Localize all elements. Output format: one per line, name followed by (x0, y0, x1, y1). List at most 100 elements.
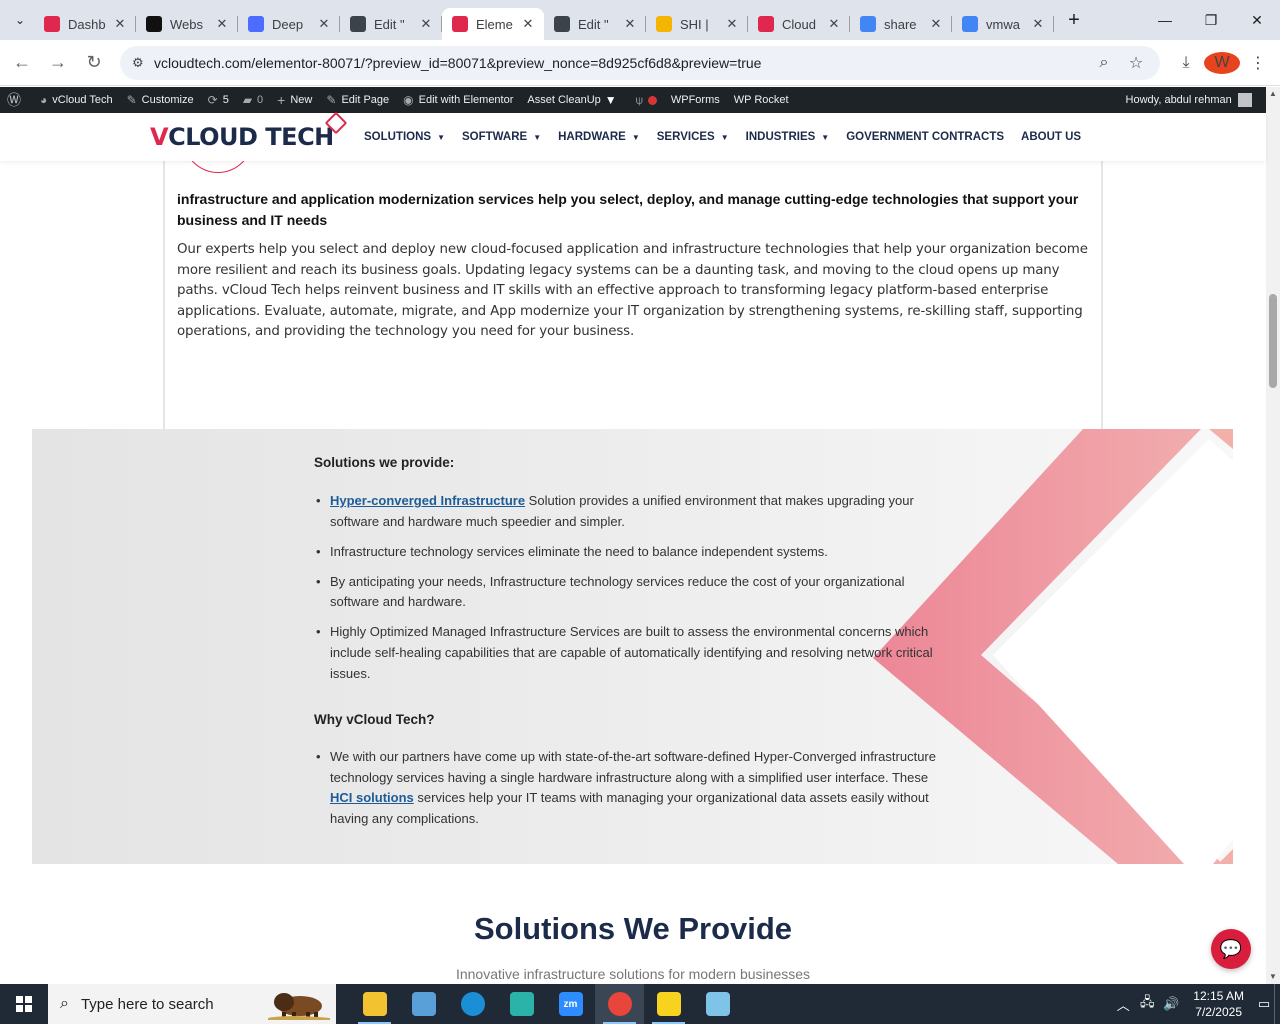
close-icon[interactable]: ✕ (214, 16, 230, 32)
wprocket-link[interactable]: WP Rocket (727, 94, 796, 106)
edit-with-elementor-link[interactable]: ◉ Edit with Elementor (396, 93, 520, 107)
close-icon[interactable]: ✕ (418, 16, 434, 32)
edit-elementor-label: Edit with Elementor (418, 94, 514, 106)
tab-title: Deep (272, 16, 304, 32)
site-name-link[interactable]: ◕ vCloud Tech (33, 93, 120, 107)
tab-search-button[interactable]: ⌄ (6, 6, 34, 34)
chat-button[interactable]: 💬 (1211, 929, 1251, 969)
caret-down-icon: ▼ (533, 132, 542, 142)
clock[interactable]: 12:15 AM 7/2/2025 (1183, 988, 1254, 1020)
close-icon[interactable]: ✕ (724, 16, 740, 32)
body-paragraph: Our experts help you select and deploy n… (177, 242, 1088, 340)
zoom-icon: zm (558, 992, 583, 1016)
close-window-button[interactable]: ✕ (1234, 0, 1280, 40)
nav-item-solutions[interactable]: SOLUTIONS ▼ (364, 131, 445, 143)
caret-down-icon: ▼ (720, 132, 729, 142)
edit-page-link[interactable]: ✎ Edit Page (319, 93, 396, 107)
comments-link[interactable]: ▰ 0 (236, 93, 270, 107)
main-navigation: SOLUTIONS ▼ SOFTWARE ▼ HARDWARE ▼ SERVICES ▼ IND… (364, 113, 1098, 161)
address-bar[interactable]: ⚙ vcloudtech.com/elementor-80071/?previe… (120, 45, 1160, 80)
taskbar-app[interactable] (399, 984, 448, 1024)
google-icon (962, 16, 978, 32)
new-content-link[interactable]: + New (270, 92, 319, 108)
windows-logo-icon (16, 996, 32, 1012)
updates-link[interactable]: ⟳ 5 (201, 93, 236, 107)
yoast-link[interactable]: ⍦ (629, 93, 664, 108)
network-icon[interactable]: 🖧 (1135, 993, 1159, 1015)
browser-tab[interactable]: Edit " ✕ (544, 8, 646, 40)
browser-tab[interactable]: Webs ✕ (136, 8, 238, 40)
chevron-up-icon[interactable]: ︿ (1111, 995, 1135, 1014)
taskbar-app[interactable] (350, 984, 399, 1024)
taskbar-search[interactable]: ⌕ Type here to search (48, 984, 336, 1024)
wordpress-icon (350, 16, 366, 32)
close-icon[interactable]: ✕ (622, 16, 638, 32)
browser-tab[interactable]: SHI | ✕ (646, 8, 748, 40)
account-link[interactable]: Howdy, abdul rehman (1119, 93, 1259, 107)
browser-tab[interactable]: Dashb ✕ (34, 8, 136, 40)
minimize-button[interactable]: — (1142, 0, 1188, 40)
customize-link[interactable]: ✎ Customize (120, 93, 201, 107)
reload-button[interactable]: ↻ (76, 45, 112, 81)
asset-cleanup-link[interactable]: Asset CleanUp ▼ (520, 93, 628, 107)
new-tab-button[interactable]: + (1060, 6, 1088, 34)
notifications-icon[interactable]: ▭ (1254, 996, 1274, 1012)
profile-button[interactable]: W (1204, 51, 1240, 74)
browser-tab[interactable]: Edit " ✕ (340, 8, 442, 40)
page-scrollbar[interactable]: ▲ ▼ (1266, 87, 1280, 984)
nav-label: SERVICES (656, 131, 715, 143)
taskbar-app[interactable] (448, 984, 497, 1024)
browser-tab[interactable]: vmwa ✕ (952, 8, 1054, 40)
scroll-up-arrow-icon[interactable]: ▲ (1266, 87, 1280, 101)
taskbar-app[interactable] (644, 984, 693, 1024)
site-info-icon[interactable]: ⚙ (132, 55, 154, 71)
close-icon[interactable]: ✕ (316, 16, 332, 32)
taskbar-app[interactable] (497, 984, 546, 1024)
taskbar-app[interactable] (595, 984, 644, 1024)
openai-icon (146, 16, 162, 32)
taskbar-apps: zm (350, 984, 742, 1024)
show-desktop-button[interactable] (1274, 984, 1280, 1024)
avatar: W (1204, 51, 1240, 74)
close-icon[interactable]: ✕ (826, 16, 842, 32)
volume-icon[interactable]: 🔊 (1159, 996, 1183, 1012)
close-icon[interactable]: ✕ (520, 16, 536, 32)
hyper-converged-link[interactable]: Hyper-converged Infrastructure (330, 493, 525, 508)
logo-text: CLOUD TECH (168, 123, 334, 151)
solutions-list: Hyper-converged Infrastructure Solution … (314, 491, 954, 694)
nav-item-software[interactable]: SOFTWARE ▼ (462, 131, 541, 143)
menu-kebab-icon[interactable]: ⋮ (1240, 53, 1276, 73)
nav-item-industries[interactable]: INDUSTRIES ▼ (746, 131, 830, 143)
forward-button[interactable]: → (40, 45, 76, 81)
wpforms-link[interactable]: WPForms (664, 94, 727, 106)
scrollbar-thumb[interactable] (1269, 294, 1277, 388)
close-icon[interactable]: ✕ (1030, 16, 1046, 32)
nav-item-about-us[interactable]: ABOUT US (1021, 131, 1081, 143)
browser-tab[interactable]: Eleme ✕ (442, 8, 544, 40)
nav-item-hardware[interactable]: HARDWARE ▼ (558, 131, 640, 143)
nav-item-government-contracts[interactable]: GOVERNMENT CONTRACTS (846, 131, 1004, 143)
restore-button[interactable]: ❐ (1188, 0, 1234, 40)
bookmark-star-icon[interactable]: ☆ (1120, 53, 1152, 73)
zoom-icon[interactable]: ⌕ (1088, 54, 1120, 72)
wp-logo-button[interactable]: Ⓦ (0, 90, 33, 110)
browser-tab[interactable]: share ✕ (850, 8, 952, 40)
back-button[interactable]: ← (4, 45, 40, 81)
site-logo[interactable]: VCLOUD TECH (150, 123, 334, 151)
url-text[interactable]: vcloudtech.com/elementor-80071/?preview_… (154, 55, 1088, 71)
hci-solutions-link[interactable]: HCI solutions (330, 790, 414, 805)
wpforms-label: WPForms (670, 94, 720, 106)
close-icon[interactable]: ✕ (112, 16, 128, 32)
taskbar-app[interactable]: zm (546, 984, 595, 1024)
browser-tab[interactable]: Deep ✕ (238, 8, 340, 40)
download-icon[interactable]: ⤓ (1168, 54, 1204, 72)
nav-label: GOVERNMENT CONTRACTS (846, 131, 1005, 143)
tab-title: Webs (170, 16, 203, 32)
chrome-icon (607, 992, 632, 1016)
browser-tab[interactable]: Cloud ✕ (748, 8, 850, 40)
close-icon[interactable]: ✕ (928, 16, 944, 32)
taskbar-app[interactable] (693, 984, 742, 1024)
nav-item-services[interactable]: SERVICES ▼ (657, 131, 729, 143)
scroll-down-arrow-icon[interactable]: ▼ (1266, 970, 1280, 984)
start-button[interactable] (0, 984, 48, 1024)
